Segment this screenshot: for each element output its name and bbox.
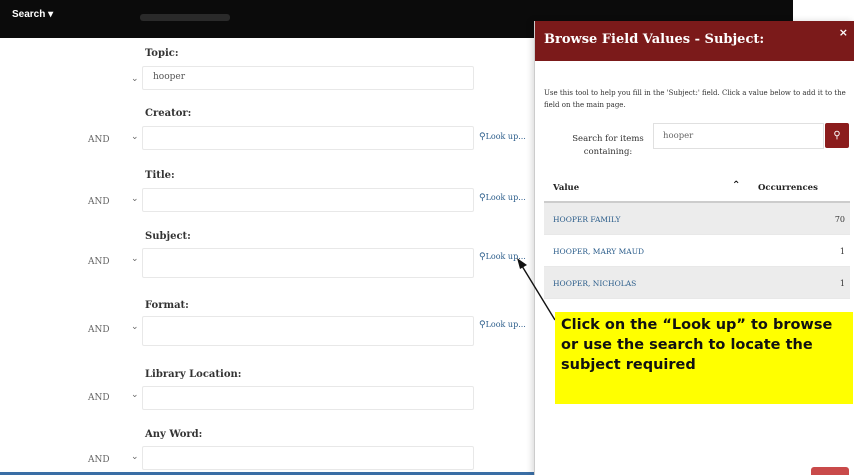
search-menu[interactable]: Search ▾ [12, 9, 53, 20]
blurred-nav-item [140, 14, 230, 21]
search-label: Search for items containing: [572, 134, 644, 157]
topic-input-value: hooper [153, 72, 186, 82]
search-icon: ⚲ [833, 130, 841, 141]
operator-select-creator[interactable]: AND [88, 135, 110, 145]
lookup-link-title[interactable]: ⚲Look up... [479, 193, 526, 203]
value-link[interactable]: HOOPER FAMILY [553, 215, 620, 224]
table-row[interactable]: HOOPER, NICHOLAS 1 [544, 267, 850, 299]
modal-title: Browse Field Values - Subject: [544, 32, 765, 47]
lookup-label: Look up... [485, 193, 526, 202]
any-word-input[interactable] [142, 446, 474, 470]
chevron-down-icon[interactable]: ⌄ [131, 390, 139, 400]
occurrence-count: 70 [834, 215, 845, 224]
advanced-search-form: Topic: ⌄ hooper Creator: AND ⌄ ⚲Look up.… [0, 38, 535, 475]
subject-input[interactable] [142, 248, 474, 278]
lookup-link-format[interactable]: ⚲Look up... [479, 320, 526, 330]
callout-line: subject required [561, 357, 696, 373]
table-row[interactable]: HOOPER FAMILY 70 [544, 203, 850, 235]
chevron-down-icon[interactable]: ⌄ [131, 194, 139, 204]
callout-line: Click on the “Look up” to browse [561, 317, 833, 333]
operator-select-library-location[interactable]: AND [88, 393, 110, 403]
format-input[interactable] [142, 316, 474, 346]
field-label-any-word: Any Word: [145, 429, 203, 440]
modal-search-input[interactable]: hooper [653, 123, 824, 149]
lookup-link-creator[interactable]: ⚲Look up... [479, 132, 526, 142]
sort-up-icon[interactable]: ⌃ [732, 180, 740, 191]
values-table-header: Value ⌃ Occurrences [544, 173, 850, 203]
field-label-topic: Topic: [145, 48, 179, 59]
chevron-down-icon[interactable]: ⌄ [131, 452, 139, 462]
close-icon[interactable]: × [839, 26, 848, 39]
operator-select-format[interactable]: AND [88, 325, 110, 335]
chevron-down-icon[interactable]: ⌄ [131, 74, 139, 84]
modal-help-text: Use this tool to help you fill in the 'S… [544, 89, 846, 109]
column-header-value[interactable]: Value [553, 183, 579, 193]
browse-field-values-modal: Browse Field Values - Subject: × Use thi… [534, 21, 854, 475]
lookup-label: Look up... [485, 132, 526, 141]
lookup-label: Look up... [485, 252, 526, 261]
lookup-link-subject[interactable]: ⚲Look up... [479, 252, 526, 262]
field-label-creator: Creator: [145, 108, 192, 119]
modal-search-value: hooper [663, 131, 694, 141]
operator-select-subject[interactable]: AND [88, 257, 110, 267]
instruction-callout: Click on the “Look up” to browse or use … [555, 312, 853, 404]
field-label-format: Format: [145, 300, 189, 311]
title-input[interactable] [142, 188, 474, 212]
creator-input[interactable] [142, 126, 474, 150]
field-label-subject: Subject: [145, 231, 191, 242]
chevron-down-icon[interactable]: ⌄ [131, 322, 139, 332]
operator-select-title[interactable]: AND [88, 197, 110, 207]
search-icon: ⚲ [479, 193, 486, 203]
field-label-library-location: Library Location: [145, 369, 242, 380]
lookup-label: Look up... [485, 320, 526, 329]
field-label-title: Title: [145, 170, 175, 181]
occurrence-count: 1 [839, 279, 845, 288]
search-icon: ⚲ [479, 320, 486, 330]
callout-line: or use the search to locate the [561, 337, 813, 353]
value-link[interactable]: HOOPER, NICHOLAS [553, 279, 636, 288]
library-location-input[interactable] [142, 386, 474, 410]
column-header-occurrences[interactable]: Occurrences [758, 183, 818, 193]
search-icon: ⚲ [479, 252, 486, 262]
search-icon: ⚲ [479, 132, 486, 142]
modal-search-button[interactable]: ⚲ [825, 123, 849, 148]
modal-header: Browse Field Values - Subject: × [535, 21, 854, 61]
table-row[interactable]: HOOPER, MARY MAUD 1 [544, 235, 850, 267]
topic-input[interactable]: hooper [142, 66, 474, 90]
value-link[interactable]: HOOPER, MARY MAUD [553, 247, 644, 256]
modal-footer-button[interactable] [811, 467, 849, 475]
chevron-down-icon[interactable]: ⌄ [131, 254, 139, 264]
chevron-down-icon[interactable]: ⌄ [131, 132, 139, 142]
occurrence-count: 1 [839, 247, 845, 256]
operator-select-any-word[interactable]: AND [88, 455, 110, 465]
